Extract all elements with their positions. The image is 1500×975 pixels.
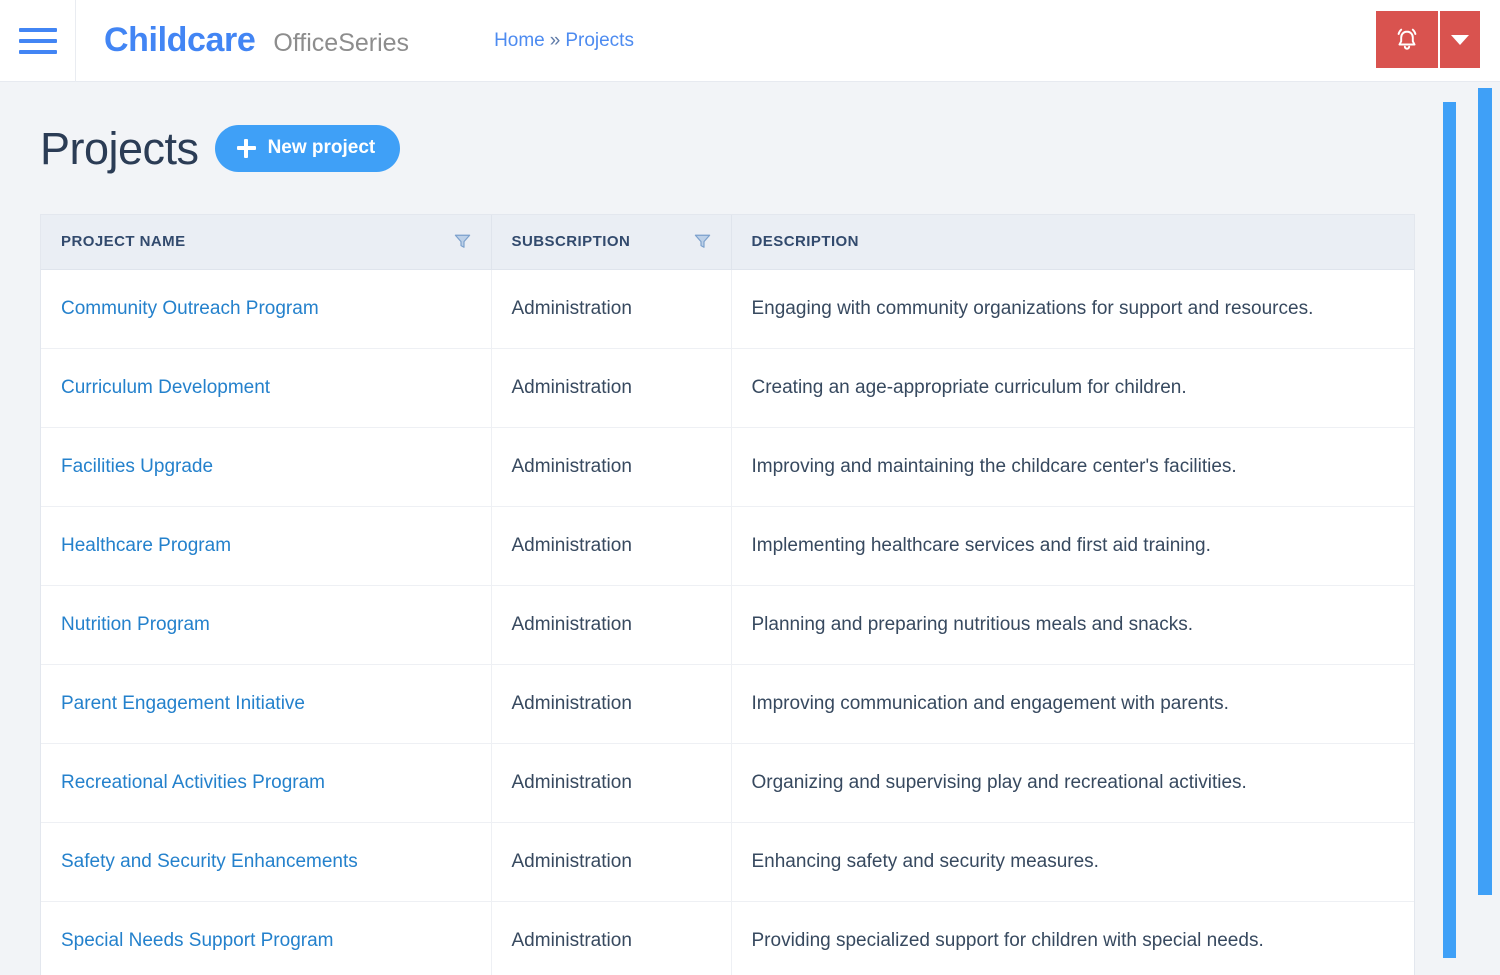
cell-description: Improving communication and engagement w… [731,664,1414,744]
column-header-description-label: DESCRIPTION [751,233,859,251]
project-name-link[interactable]: Parent Engagement Initiative [61,693,305,714]
table-row[interactable]: Nutrition Program Administration Plannin… [41,585,1414,665]
top-navigation-bar: Childcare OfficeSeries Home » Projects [0,0,1500,82]
hamburger-menu-icon[interactable] [0,0,76,82]
cell-project-name: Recreational Activities Program [41,743,492,823]
column-header-project-name[interactable]: PROJECT NAME [41,215,492,270]
project-name-link[interactable]: Special Needs Support Program [61,930,333,951]
top-bar-actions [1376,11,1480,68]
page-header: Projects New project [0,82,1500,172]
breadcrumb-current-projects[interactable]: Projects [565,30,634,52]
cell-project-name: Special Needs Support Program [41,901,492,975]
projects-table-container: PROJECT NAME SUBSCRIPTION DESCRIPTION Co… [40,214,1415,975]
breadcrumb-home-link[interactable]: Home [494,30,545,52]
breadcrumb: Home » Projects [494,30,634,52]
plus-icon [236,138,256,158]
cell-subscription: Administration [491,269,732,349]
cell-project-name: Safety and Security Enhancements [41,822,492,902]
project-name-link[interactable]: Facilities Upgrade [61,456,213,477]
projects-table: PROJECT NAME SUBSCRIPTION DESCRIPTION Co… [41,215,1414,975]
brand-name: Childcare [104,21,256,59]
table-header-row: PROJECT NAME SUBSCRIPTION DESCRIPTION [41,215,1414,270]
cell-project-name: Nutrition Program [41,585,492,665]
cell-description: Planning and preparing nutritious meals … [731,585,1414,665]
cell-description: Creating an age-appropriate curriculum f… [731,348,1414,428]
caret-down-icon [1451,34,1469,45]
project-name-link[interactable]: Nutrition Program [61,614,210,635]
page-content: Projects New project PROJECT NAME SUBSCR… [0,82,1500,975]
table-row[interactable]: Parent Engagement Initiative Administrat… [41,664,1414,744]
filter-funnel-icon-subscription[interactable] [694,233,711,250]
column-header-subscription-label: SUBSCRIPTION [511,233,631,251]
cell-subscription: Administration [491,664,732,744]
new-project-button[interactable]: New project [214,125,401,172]
cell-description: Enhancing safety and security measures. [731,822,1414,902]
inner-vertical-scrollbar[interactable] [1443,102,1456,958]
column-header-project-name-label: PROJECT NAME [61,233,186,251]
cell-description: Providing specialized support for childr… [751,929,1264,951]
cell-subscription: Administration [491,585,732,665]
hamburger-bar-3 [18,49,57,54]
table-row[interactable]: Facilities Upgrade Administration Improv… [41,427,1414,507]
notifications-bell-button[interactable] [1376,11,1438,68]
project-name-link[interactable]: Safety and Security Enhancements [61,851,358,872]
cell-description: Organizing and supervising play and recr… [731,743,1414,823]
cell-subscription: Administration [491,743,732,823]
column-header-subscription[interactable]: SUBSCRIPTION [491,215,732,270]
cell-subscription: Administration [491,427,732,507]
cell-description: Implementing healthcare services and fir… [731,506,1414,586]
cell-subscription: Administration [491,348,732,428]
cell-project-name: Healthcare Program [41,506,492,586]
filter-funnel-icon-project-name[interactable] [454,233,471,250]
cell-subscription: Administration [491,506,732,586]
table-row[interactable]: Recreational Activities Program Administ… [41,743,1414,823]
table-row[interactable]: Healthcare Program Administration Implem… [41,506,1414,586]
project-name-link[interactable]: Curriculum Development [61,377,270,398]
project-name-link[interactable]: Community Outreach Program [61,298,319,319]
cell-project-name: Curriculum Development [41,348,492,428]
new-project-button-label: New project [267,137,376,158]
page-title: Projects [40,123,199,174]
cell-project-name: Community Outreach Program [41,269,492,349]
notifications-dropdown-button[interactable] [1440,11,1480,68]
brand-suite-name: OfficeSeries [273,29,410,57]
breadcrumb-separator-icon: » [549,29,561,51]
table-row[interactable]: Community Outreach Program Administratio… [41,269,1414,349]
project-name-link[interactable]: Healthcare Program [61,535,231,556]
cell-project-name: Parent Engagement Initiative [41,664,492,744]
hamburger-bar-2 [18,38,57,43]
column-header-description[interactable]: DESCRIPTION [731,215,1414,270]
table-row[interactable]: Special Needs Support Program Administra… [41,901,1414,975]
project-name-link[interactable]: Recreational Activities Program [61,772,325,793]
hamburger-bar-1 [18,27,57,32]
cell-subscription: Administration [491,822,732,902]
cell-description: Engaging with community organizations fo… [731,269,1414,349]
projects-table-head: PROJECT NAME SUBSCRIPTION DESCRIPTION [41,215,1414,270]
table-row[interactable]: Curriculum Development Administration Cr… [41,348,1414,428]
cell-description: Improving and maintaining the childcare … [731,427,1414,507]
cell-project-name: Facilities Upgrade [41,427,492,507]
brand-logo[interactable]: Childcare OfficeSeries [76,21,409,60]
table-row[interactable]: Safety and Security Enhancements Adminis… [41,822,1414,902]
projects-table-body: Community Outreach Program Administratio… [41,269,1414,975]
cell-subscription: Administration [491,901,732,975]
bell-icon [1397,28,1417,50]
outer-vertical-scrollbar[interactable] [1478,88,1492,895]
